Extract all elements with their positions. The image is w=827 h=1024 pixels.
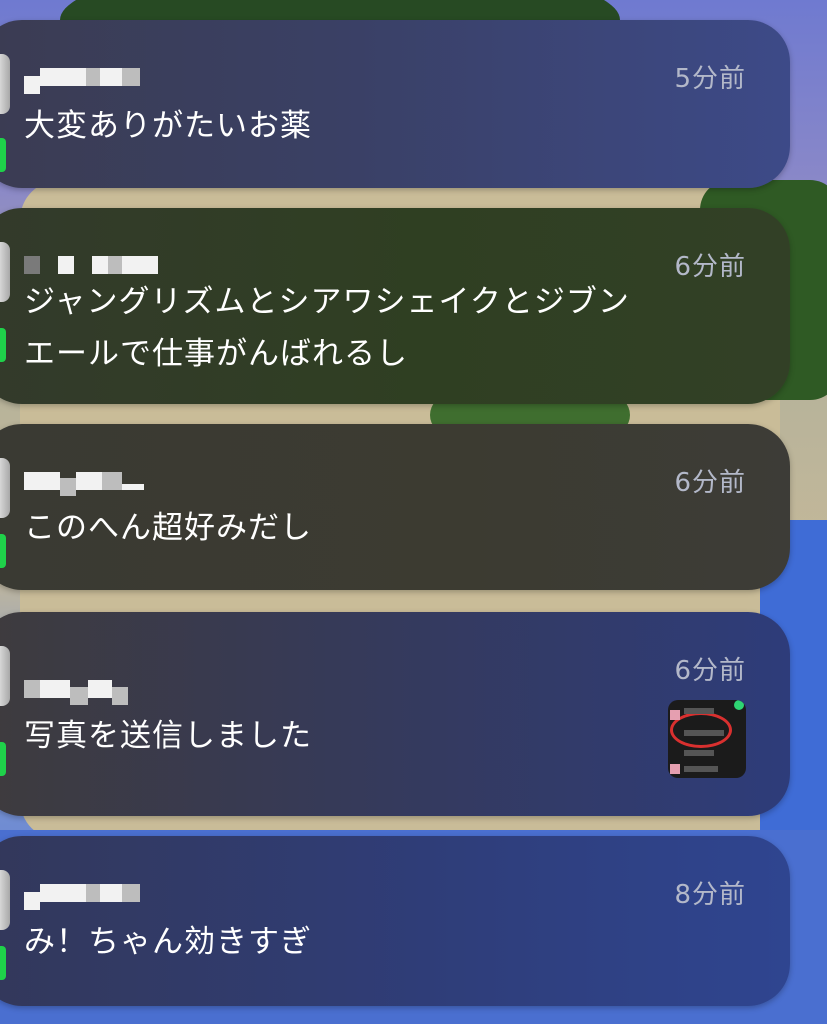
notification-message: このへん超好みだし [24,510,312,546]
photo-thumbnail[interactable] [668,700,746,778]
notification-message: 大変ありがたいお薬 [24,108,312,144]
notification-card[interactable]: 6分前 写真を送信しました [0,612,790,816]
status-dot [0,742,6,776]
app-icon [0,646,10,706]
status-dot [0,138,6,172]
status-dot [0,534,6,568]
notification-card[interactable]: 6分前 このへん超好みだし [0,424,790,590]
notification-time: 8分前 [674,880,746,910]
status-dot [0,328,6,362]
app-icon [0,54,10,114]
notification-message: み！ちゃん効きすぎ [24,924,312,960]
sender-name-redacted [24,60,244,94]
check-icon [734,700,744,710]
app-icon [0,458,10,518]
notification-time: 6分前 [674,252,746,282]
notification-message: 写真を送信しました [24,718,312,754]
notification-time: 6分前 [674,656,746,686]
app-icon [0,242,10,302]
notification-card[interactable]: 6分前 ジャングリズムとシアワシェイクとジブン エールで仕事がんばれるし [0,208,790,404]
sender-name-redacted [24,672,244,706]
notification-time: 5分前 [674,64,746,94]
notification-card[interactable]: 8分前 み！ちゃん効きすぎ [0,836,790,1006]
sender-name-redacted [24,876,244,910]
sender-name-redacted [24,464,244,498]
notification-time: 6分前 [674,468,746,498]
app-icon [0,870,10,930]
notification-card[interactable]: 5分前 大変ありがたいお薬 [0,20,790,188]
notification-message: ジャングリズムとシアワシェイクとジブン エールで仕事がんばれるし [24,284,630,372]
status-dot [0,946,6,980]
